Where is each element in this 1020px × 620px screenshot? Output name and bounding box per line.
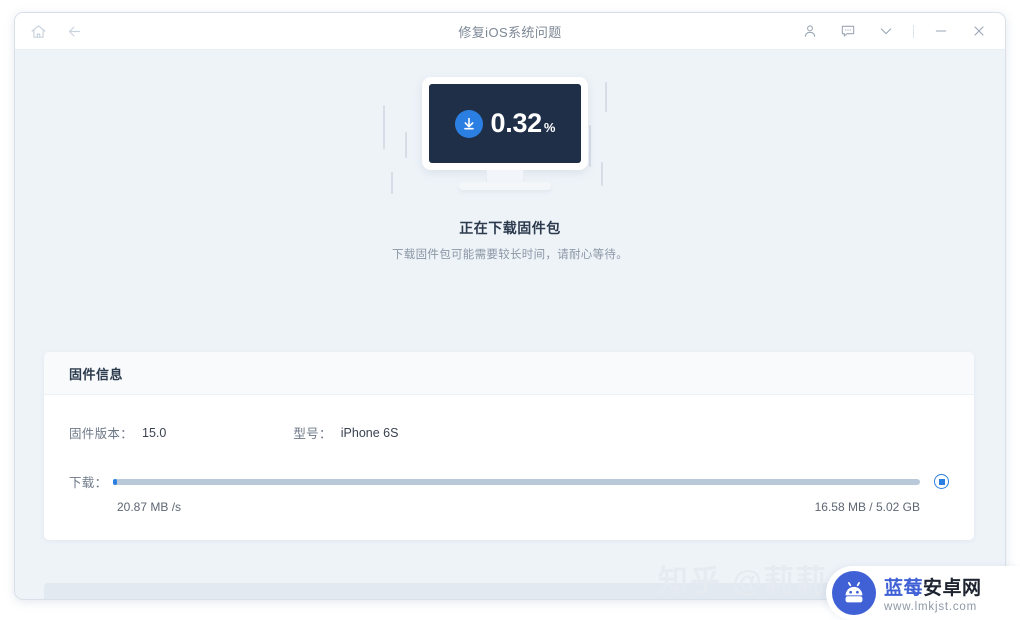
download-progress-row: 下载： — [69, 472, 949, 491]
download-hero: 0.32% 正在下载固件包 下载固件包可能需要较长时间，请耐心等待。 — [15, 50, 1005, 262]
site-watermark-text: 蓝莓安卓网 www.lmkjst.com — [884, 573, 982, 613]
application-window: 修复iOS系统问题 0.32 % 正在下载固件包 下载固件包可能需要较长时间，请… — [14, 12, 1006, 600]
home-icon[interactable] — [27, 20, 49, 42]
firmware-info-card-body: 固件版本： 15.0 型号： iPhone 6S 下载： 20.87 MB /s… — [44, 395, 974, 540]
browser-download-link[interactable]: 点击此处 — [472, 597, 521, 600]
firmware-spec-row: 固件版本： 15.0 型号： iPhone 6S — [69, 423, 949, 442]
decor-tick-right-2 — [589, 125, 591, 167]
notice-prefix-text: 无法获取固件？请 — [374, 597, 472, 600]
site-url: www.lmkjst.com — [884, 601, 977, 613]
close-button[interactable] — [968, 20, 990, 42]
monitor-frame: 0.32% — [422, 77, 588, 170]
titlebar-divider — [913, 24, 914, 38]
title-bar-right-actions — [799, 20, 1005, 42]
download-label: 下载： — [69, 476, 108, 490]
site-name-part-dark: 安卓网 — [923, 578, 982, 599]
download-progress-fill — [113, 478, 118, 485]
title-bar-left-actions — [15, 20, 85, 42]
decor-tick-left-2 — [405, 132, 407, 158]
monitor-screen: 0.32% — [429, 84, 581, 163]
chevron-down-icon[interactable] — [875, 20, 897, 42]
decor-tick-right-3 — [601, 162, 603, 186]
firmware-info-card-header: 固件信息 — [44, 352, 974, 395]
page-content: 0.32% 正在下载固件包 下载固件包可能需要较长时间，请耐心等待。 固件信息 … — [15, 50, 1005, 600]
firmware-version-value: 15.0 — [142, 425, 167, 440]
site-name: 蓝莓安卓网 — [884, 573, 982, 600]
monitor-illustration: 0.32% — [375, 77, 645, 199]
hero-title: 正在下载固件包 — [459, 220, 561, 236]
decor-tick-left-1 — [383, 105, 385, 149]
firmware-version-label: 固件版本： — [69, 427, 134, 441]
account-icon[interactable] — [799, 20, 821, 42]
minimize-button[interactable] — [930, 20, 952, 42]
feedback-icon[interactable] — [837, 20, 859, 42]
device-model-value: iPhone 6S — [340, 425, 399, 440]
monitor-stand-base — [459, 182, 551, 190]
site-name-part-blue: 蓝莓 — [884, 578, 924, 599]
progress-percent-unit: % — [543, 120, 556, 135]
download-transferred: 16.58 MB / 5.02 GB — [814, 500, 920, 514]
blueberry-android-logo-icon — [832, 571, 876, 615]
stop-download-button[interactable] — [934, 474, 949, 489]
decor-tick-right-1 — [605, 82, 607, 112]
back-arrow-icon[interactable] — [63, 20, 85, 42]
decor-tick-left-3 — [391, 172, 393, 194]
firmware-info-title: 固件信息 — [69, 366, 124, 382]
title-bar: 修复iOS系统问题 — [15, 13, 1005, 50]
download-progress-bar[interactable] — [113, 478, 920, 485]
site-watermark-badge: 蓝莓安卓网 www.lmkjst.com — [826, 566, 1020, 620]
download-speed: 20.87 MB /s — [117, 500, 182, 514]
firmware-info-card: 固件信息 固件版本： 15.0 型号： iPhone 6S 下载： 20.87 … — [44, 352, 974, 540]
hero-subtitle: 下载固件包可能需要较长时间，请耐心等待。 — [392, 249, 628, 261]
device-model-label: 型号： — [293, 427, 332, 441]
progress-percent-value: 0.32 — [490, 108, 543, 138]
download-arrow-icon — [454, 109, 483, 138]
progress-percent: 0.32% — [491, 108, 556, 139]
download-stats: 20.87 MB /s 16.58 MB / 5.02 GB — [69, 500, 949, 514]
notice-suffix-text: 通过浏览器进行下载。 — [521, 597, 644, 600]
